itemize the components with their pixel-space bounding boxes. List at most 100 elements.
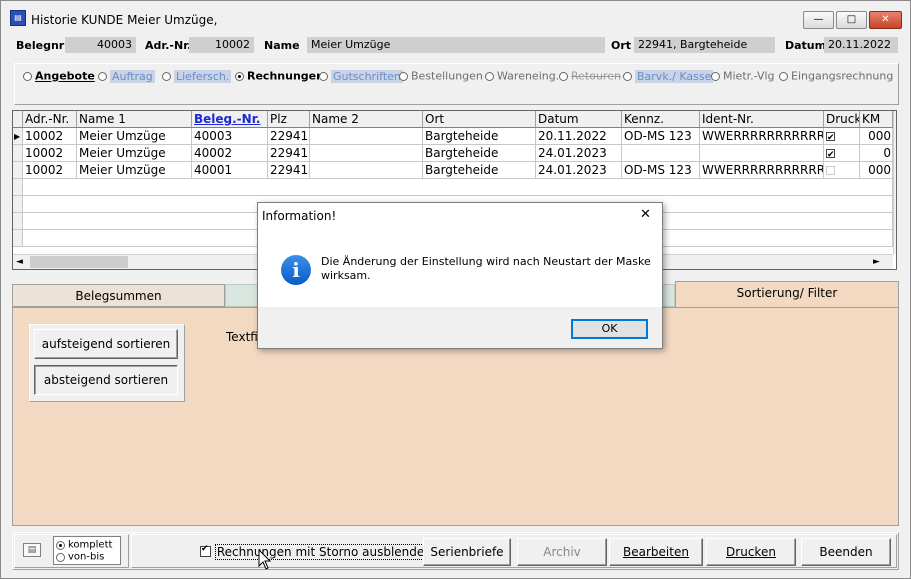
radio-komplett-circle[interactable]: [56, 540, 65, 550]
col-header-belegnr[interactable]: Beleg.-Nr.: [192, 111, 268, 128]
scroll-left-icon[interactable]: ◄: [16, 257, 23, 267]
radio-mietvertrag[interactable]: Mietr.-Vlg: [711, 69, 775, 83]
dialog-close-icon[interactable]: ✕: [640, 207, 651, 222]
datum-field[interactable]: 20.11.2022: [824, 37, 898, 53]
table-cell[interactable]: 10002: [23, 162, 77, 179]
table-cell[interactable]: 22941: [268, 162, 310, 179]
col-header-adrnr[interactable]: Adr.-Nr.: [23, 111, 77, 128]
table-cell[interactable]: WWERRRRRRRRRRR: [700, 128, 824, 145]
ort-field[interactable]: 22941, Bargteheide: [634, 37, 775, 53]
radio-barverkauf-kasse-circle[interactable]: [623, 71, 632, 81]
empty-row[interactable]: [23, 179, 893, 196]
radio-rechnungen-circle[interactable]: [235, 71, 244, 81]
radio-gutschriften-circle[interactable]: [319, 71, 328, 81]
view-toggle-icon[interactable]: ▤: [23, 543, 41, 557]
table-cell[interactable]: 40003: [192, 128, 268, 145]
table-cell[interactable]: WWERRRRRRRRRRR: [700, 162, 824, 179]
table-cell[interactable]: [700, 145, 824, 162]
scroll-down-icon[interactable]: ▼: [896, 237, 897, 247]
table-cell[interactable]: OD-MS 123: [622, 162, 700, 179]
table-cell[interactable]: 10002: [23, 145, 77, 162]
adrnr-field[interactable]: 10002: [189, 37, 254, 53]
beenden-button[interactable]: Beenden: [801, 538, 891, 566]
storno-checkbox[interactable]: [200, 544, 211, 557]
radio-bestellungen-circle[interactable]: [399, 71, 408, 81]
radio-auftrag[interactable]: Auftrag: [98, 69, 155, 83]
table-cell[interactable]: 22941: [268, 145, 310, 162]
table-cell[interactable]: [310, 162, 423, 179]
ok-button[interactable]: OK: [571, 319, 648, 339]
radio-mietvertrag-circle[interactable]: [711, 71, 720, 81]
table-cell[interactable]: Meier Umzüge: [77, 162, 192, 179]
radio-bestellungen[interactable]: Bestellungen: [399, 69, 483, 83]
radio-gutschriften[interactable]: Gutschriften: [319, 69, 403, 83]
close-button[interactable]: ✕: [869, 11, 902, 29]
druck-checkbox[interactable]: [826, 166, 835, 175]
radio-barverkauf-kasse[interactable]: Barvk./ Kasse: [623, 69, 714, 83]
radio-rechnungen[interactable]: Rechnungen: [235, 69, 324, 83]
col-header-km[interactable]: KM: [860, 111, 893, 128]
tab-sortierung-filter[interactable]: Sortierung/ Filter: [675, 281, 899, 308]
scroll-right-icon[interactable]: ►: [873, 257, 880, 267]
table-cell[interactable]: 24.01.2023: [536, 145, 622, 162]
table-cell[interactable]: 40002: [192, 145, 268, 162]
radio-eingangsrechnung-circle[interactable]: [779, 71, 788, 81]
radio-eingangsrechnung[interactable]: Eingangsrechnung: [779, 69, 893, 83]
storno-checkbox-label[interactable]: Rechnungen mit Storno ausblenden: [214, 543, 434, 560]
table-cell[interactable]: 10002: [23, 128, 77, 145]
belegnr-field[interactable]: 40003: [65, 37, 136, 53]
col-header-plz[interactable]: Plz: [268, 111, 310, 128]
col-header-kennz[interactable]: Kennz.: [622, 111, 700, 128]
table-cell[interactable]: [310, 145, 423, 162]
table-cell[interactable]: 0: [860, 145, 893, 162]
col-header-datum[interactable]: Datum: [536, 111, 622, 128]
vertical-scrollbar[interactable]: ▼: [893, 111, 897, 254]
radio-von-bis[interactable]: von-bis: [56, 550, 104, 564]
bearbeiten-button[interactable]: Bearbeiten: [609, 538, 703, 566]
table-cell[interactable]: [310, 128, 423, 145]
col-header-ort[interactable]: Ort: [423, 111, 536, 128]
col-header-name2[interactable]: Name 2: [310, 111, 423, 128]
radio-auftrag-circle[interactable]: [98, 71, 107, 81]
table-cell[interactable]: 40001: [192, 162, 268, 179]
table-cell[interactable]: [622, 145, 700, 162]
drucken-button[interactable]: Drucken: [706, 538, 796, 566]
radio-angebote-circle[interactable]: [23, 71, 32, 81]
table-cell[interactable]: 20.11.2022: [536, 128, 622, 145]
col-header-identnr[interactable]: Ident-Nr.: [700, 111, 824, 128]
druck-cell[interactable]: [824, 162, 860, 179]
radio-lieferschein-circle[interactable]: [162, 71, 171, 81]
serienbriefe-button[interactable]: Serienbriefe: [423, 538, 511, 566]
sort-descending-button[interactable]: absteigend sortieren: [34, 365, 178, 395]
sort-ascending-button[interactable]: aufsteigend sortieren: [34, 329, 178, 359]
radio-lieferschein[interactable]: Liefersch.: [162, 69, 232, 83]
druck-checkbox[interactable]: [826, 147, 835, 161]
table-cell[interactable]: 000: [860, 128, 893, 145]
radio-angebote[interactable]: Angebote: [23, 69, 95, 83]
radio-retouren[interactable]: Retouren: [559, 69, 621, 83]
radio-retouren-circle[interactable]: [559, 71, 568, 81]
radio-wareneingang-circle[interactable]: [485, 71, 494, 81]
table-cell[interactable]: OD-MS 123: [622, 128, 700, 145]
table-cell[interactable]: 24.01.2023: [536, 162, 622, 179]
table-cell[interactable]: Bargteheide: [423, 145, 536, 162]
table-cell[interactable]: 000: [860, 162, 893, 179]
tab-belegsummen[interactable]: Belegsummen: [12, 284, 225, 307]
druck-cell[interactable]: [824, 128, 860, 145]
table-cell[interactable]: 22941: [268, 128, 310, 145]
druck-cell[interactable]: [824, 145, 860, 162]
scrollbar-thumb[interactable]: [30, 256, 128, 268]
table-cell[interactable]: Bargteheide: [423, 162, 536, 179]
radio-wareneingang[interactable]: Wareneing.: [485, 69, 559, 83]
table-cell[interactable]: Meier Umzüge: [77, 128, 192, 145]
maximize-button[interactable]: □: [836, 11, 867, 29]
radio-von-bis-circle[interactable]: [56, 552, 65, 562]
col-header-druck[interactable]: Druck: [824, 111, 860, 128]
archiv-button[interactable]: Archiv: [517, 538, 607, 566]
col-header-name1[interactable]: Name 1: [77, 111, 192, 128]
druck-checkbox[interactable]: [826, 130, 835, 144]
table-cell[interactable]: Bargteheide: [423, 128, 536, 145]
storno-checkbox-row[interactable]: Rechnungen mit Storno ausblenden: [200, 543, 434, 560]
table-cell[interactable]: Meier Umzüge: [77, 145, 192, 162]
name-field[interactable]: Meier Umzüge: [307, 37, 605, 53]
